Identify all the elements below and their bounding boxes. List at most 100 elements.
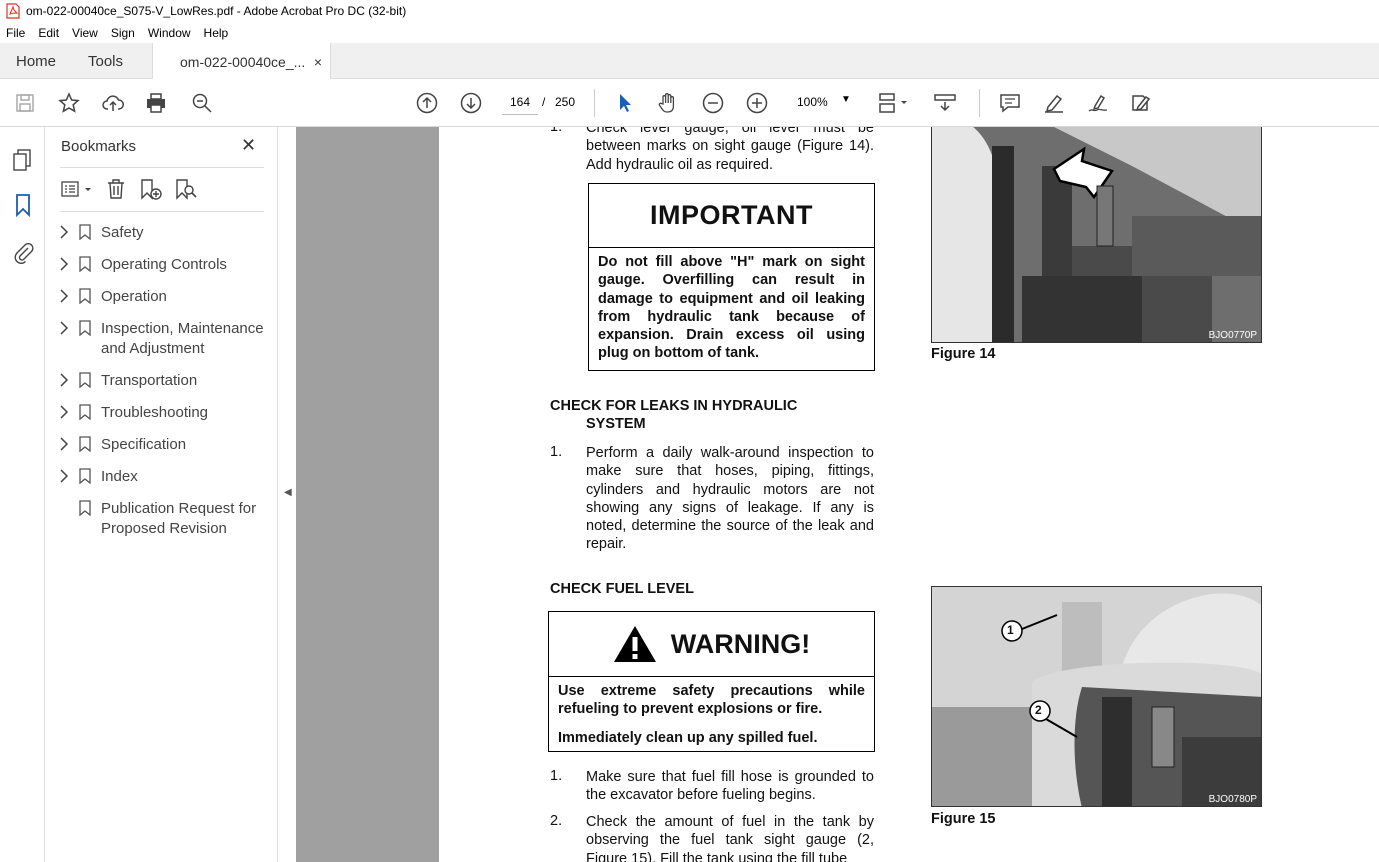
bookmark-label: Publication Request for Proposed Revisio… <box>101 500 257 537</box>
tab-tools[interactable]: Tools <box>88 43 123 79</box>
callout-1: 1 <box>1007 623 1014 637</box>
menu-view[interactable]: View <box>72 26 98 40</box>
close-icon[interactable]: ✕ <box>241 135 256 156</box>
figure-code: BJO0780P <box>1208 794 1257 805</box>
menu-help[interactable]: Help <box>204 26 229 40</box>
list-item-text: Check the amount of fuel in the tank by … <box>586 814 874 862</box>
figure-14-image: BJO0770P <box>931 127 1262 343</box>
menu-window[interactable]: Window <box>148 26 191 40</box>
chevron-right-icon[interactable] <box>59 321 69 335</box>
chevron-down-icon[interactable]: ▼ <box>841 94 851 105</box>
figure-15-caption: Figure 15 <box>931 811 996 827</box>
list-item-text: Perform a daily walk-around inspection t… <box>586 445 874 553</box>
list-number: 1. <box>550 127 563 135</box>
title-bar: om-022-00040ce_S075-V_LowRes.pdf - Adobe… <box>0 0 1379 22</box>
select-cursor-icon[interactable] <box>613 91 637 115</box>
tab-document[interactable]: om-022-00040ce_... × <box>152 43 331 80</box>
menu-bar: File Edit View Sign Window Help <box>0 22 1379 43</box>
chevron-right-icon[interactable] <box>59 225 69 239</box>
pages-thumbnail-icon[interactable] <box>11 147 35 171</box>
bookmark-label: Transportation <box>101 372 198 389</box>
bookmark-item-safety[interactable]: Safety <box>59 223 271 243</box>
main-toolbar: 164 / 250 100% ▼ <box>0 79 1379 127</box>
warning-title: WARNING! <box>670 628 811 659</box>
panel-splitter[interactable]: ◀ <box>277 127 296 862</box>
tab-home[interactable]: Home <box>16 43 56 79</box>
menu-file[interactable]: File <box>6 26 25 40</box>
bookmark-label: Troubleshooting <box>101 404 209 421</box>
star-icon[interactable] <box>57 91 81 115</box>
navigation-rail <box>0 127 45 862</box>
chevron-right-icon[interactable] <box>59 437 69 451</box>
prev-page-icon[interactable] <box>415 91 439 115</box>
bookmarks-panel: Bookmarks ✕ Safety Operating Controls Op… <box>45 127 277 862</box>
list-item-text: Check lever gauge, oil lever must be bet… <box>586 127 874 173</box>
bookmark-label: Inspection, Maintenance and Adjustment <box>101 320 264 357</box>
bookmark-item-specification[interactable]: Specification <box>59 435 271 455</box>
scroll-mode-icon[interactable] <box>933 91 957 115</box>
document-page: 1. Check lever gauge, oil lever must be … <box>439 127 1379 862</box>
section-heading-leaks: CHECK FOR LEAKS IN HYDRAULIC <box>550 398 798 414</box>
tab-close-icon[interactable]: × <box>314 54 322 70</box>
bookmark-icon <box>79 372 91 388</box>
zoom-out-icon[interactable] <box>701 91 725 115</box>
section-heading-fuel: CHECK FUEL LEVEL <box>550 581 694 597</box>
bookmark-icon <box>79 224 91 240</box>
zoom-in-icon[interactable] <box>745 91 769 115</box>
divider <box>60 167 264 168</box>
chevron-right-icon[interactable] <box>59 405 69 419</box>
next-page-icon[interactable] <box>459 91 483 115</box>
section-heading-leaks-cont: SYSTEM <box>586 416 646 432</box>
bookmark-label: Operating Controls <box>101 256 227 273</box>
important-body: Do not fill above "H" mark on sight gaug… <box>598 254 865 362</box>
comment-icon[interactable] <box>998 91 1022 115</box>
page-number-input[interactable]: 164 <box>502 89 538 115</box>
page-display-icon[interactable] <box>877 91 911 115</box>
bookmark-label: Safety <box>101 224 144 241</box>
bookmark-icon <box>79 436 91 452</box>
highlight-pen-icon[interactable] <box>1042 91 1066 115</box>
new-bookmark-icon[interactable] <box>140 177 164 201</box>
zoom-level-select[interactable]: 100% <box>797 95 828 109</box>
collapse-panel-icon[interactable]: ◀ <box>284 487 292 498</box>
bookmark-icon <box>79 468 91 484</box>
attachment-paperclip-icon[interactable] <box>11 240 35 264</box>
menu-edit[interactable]: Edit <box>38 26 59 40</box>
tab-bar: Home Tools om-022-00040ce_... × <box>0 43 1379 80</box>
delete-bookmark-icon[interactable] <box>105 177 129 201</box>
warning-header: WARNING! <box>549 612 874 677</box>
chevron-right-icon[interactable] <box>59 289 69 303</box>
warning-text: Use extreme safety precautions while ref… <box>558 683 865 718</box>
bookmark-item-troubleshooting[interactable]: Troubleshooting <box>59 403 271 423</box>
chevron-right-icon[interactable] <box>59 257 69 271</box>
chevron-right-icon[interactable] <box>59 373 69 387</box>
bookmark-item-index[interactable]: Index <box>59 467 271 487</box>
print-icon[interactable] <box>144 91 168 115</box>
save-icon[interactable] <box>13 91 37 115</box>
find-bookmark-icon[interactable] <box>175 177 199 201</box>
menu-sign[interactable]: Sign <box>111 26 135 40</box>
draw-sign-icon[interactable] <box>1086 91 1110 115</box>
upload-cloud-icon[interactable] <box>101 91 125 115</box>
figure-code: BJO0770P <box>1208 330 1257 341</box>
figure-15-image: 1 2 BJO0780P <box>931 586 1262 807</box>
bookmark-item-transportation[interactable]: Transportation <box>59 371 271 391</box>
bookmark-icon <box>79 404 91 420</box>
page-total: 250 <box>555 95 576 109</box>
bookmark-panel-icon[interactable] <box>11 193 35 217</box>
bookmark-icon <box>79 320 91 336</box>
bookmark-item-inspection[interactable]: Inspection, Maintenance and Adjustment <box>59 319 271 359</box>
hand-tool-icon[interactable] <box>656 91 680 115</box>
bookmark-item-publication-request[interactable]: Publication Request for Proposed Revisio… <box>59 499 271 539</box>
warning-notice-box: WARNING! Use extreme safety precautions … <box>548 611 875 752</box>
options-menu-icon[interactable] <box>60 177 94 201</box>
fill-sign-icon[interactable] <box>1129 91 1153 115</box>
bookmark-icon <box>79 256 91 272</box>
bookmarks-title: Bookmarks <box>61 138 137 155</box>
bookmark-item-operation[interactable]: Operation <box>59 287 271 307</box>
window-title: om-022-00040ce_S075-V_LowRes.pdf - Adobe… <box>26 4 407 18</box>
search-zoom-icon[interactable] <box>190 91 214 115</box>
warning-text: Immediately clean up any spilled fuel. <box>558 729 818 746</box>
chevron-right-icon[interactable] <box>59 469 69 483</box>
bookmark-item-operating-controls[interactable]: Operating Controls <box>59 255 271 275</box>
